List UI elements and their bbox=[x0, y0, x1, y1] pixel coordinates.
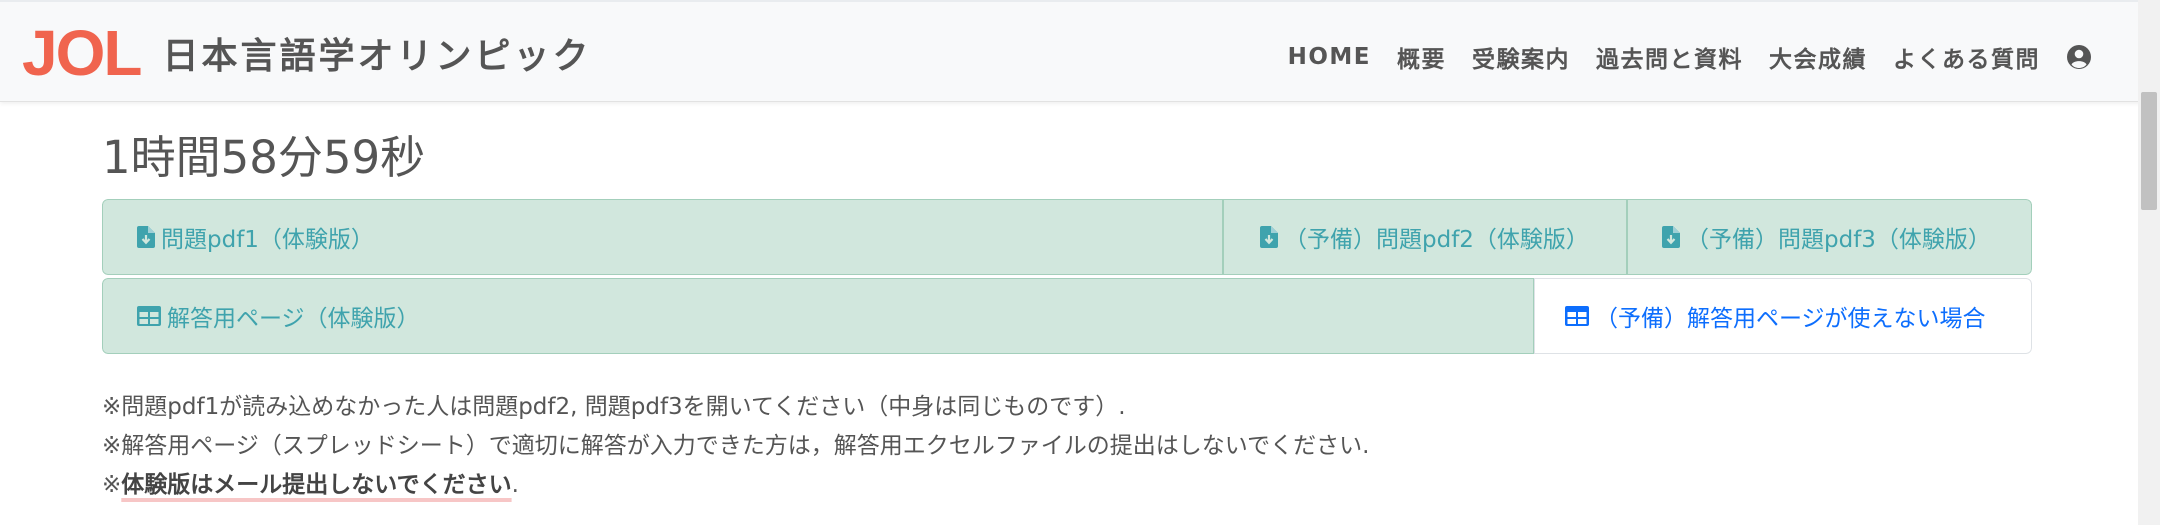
top-navbar: JOL 日本言語学オリンピック HOME 概要 受験案内 過去問と資料 大会成績… bbox=[0, 0, 2160, 102]
note-excel-submission: ※解答用ページ（スプレッドシート）で適切に解答が入力できた方は，解答用エクセルフ… bbox=[102, 433, 1370, 459]
table-icon bbox=[137, 306, 161, 326]
backup-answer-label: （予備）解答用ページが使えない場合 bbox=[1595, 306, 1986, 332]
backup-answer-button[interactable]: （予備）解答用ページが使えない場合 bbox=[1534, 278, 2032, 354]
note-suffix: . bbox=[511, 472, 519, 498]
nav-past-problems[interactable]: 過去問と資料 bbox=[1596, 40, 1743, 74]
pdf-button-group: 問題pdf1（体験版） （予備）問題pdf2（体験版） （予備）問題pdf3（体… bbox=[102, 199, 2032, 275]
instructions: ※問題pdf1が読み込めなかった人は問題pdf2, 問題pdf3を開いてください… bbox=[102, 388, 1369, 505]
page: JOL 日本言語学オリンピック HOME 概要 受験案内 過去問と資料 大会成績… bbox=[0, 0, 2160, 525]
problem-pdf3-label: （予備）問題pdf3（体験版） bbox=[1686, 227, 1991, 253]
nav-overview[interactable]: 概要 bbox=[1397, 40, 1446, 74]
countdown-timer: 1時間58分59秒 bbox=[102, 131, 426, 184]
problem-pdf1-label: 問題pdf1（体験版） bbox=[161, 227, 374, 253]
brand-home-link[interactable]: JOL 日本言語学オリンピック bbox=[22, 17, 592, 89]
site-name: 日本言語学オリンピック bbox=[162, 36, 592, 77]
problem-pdf2-button[interactable]: （予備）問題pdf2（体験版） bbox=[1223, 199, 1627, 275]
scrollbar-thumb[interactable] bbox=[2141, 92, 2157, 210]
note-prefix: ※ bbox=[102, 472, 122, 498]
nav-exam-guide[interactable]: 受験案内 bbox=[1472, 40, 1570, 74]
page-scrollbar[interactable] bbox=[2138, 0, 2160, 525]
note-bold-warning: 体験版はメール提出しないでください bbox=[121, 472, 512, 498]
problem-pdf3-button[interactable]: （予備）問題pdf3（体験版） bbox=[1627, 199, 2032, 275]
nav-results[interactable]: 大会成績 bbox=[1769, 40, 1867, 74]
table-icon bbox=[1565, 306, 1589, 326]
answer-button-group: 解答用ページ（体験版） （予備）解答用ページが使えない場合 bbox=[102, 278, 2032, 354]
problem-pdf1-button[interactable]: 問題pdf1（体験版） bbox=[102, 199, 1223, 275]
file-download-icon bbox=[1260, 226, 1278, 248]
main-nav: HOME 概要 受験案内 過去問と資料 大会成績 よくある質問 bbox=[1262, 2, 2092, 112]
jol-logo: JOL bbox=[22, 17, 142, 89]
nav-home[interactable]: HOME bbox=[1288, 44, 1371, 70]
note-pdf-fallback: ※問題pdf1が読み込めなかった人は問題pdf2, 問題pdf3を開いてください… bbox=[102, 394, 1126, 420]
note-trial-no-email: ※体験版はメール提出しないでください. bbox=[102, 466, 1369, 505]
problem-pdf2-label: （予備）問題pdf2（体験版） bbox=[1284, 227, 1589, 253]
answer-page-label: 解答用ページ（体験版） bbox=[167, 306, 420, 332]
nav-faq[interactable]: よくある質問 bbox=[1893, 40, 2040, 74]
user-circle-icon[interactable] bbox=[2066, 44, 2092, 70]
file-download-icon bbox=[137, 226, 155, 248]
answer-page-button[interactable]: 解答用ページ（体験版） bbox=[102, 278, 1534, 354]
file-download-icon bbox=[1662, 226, 1680, 248]
